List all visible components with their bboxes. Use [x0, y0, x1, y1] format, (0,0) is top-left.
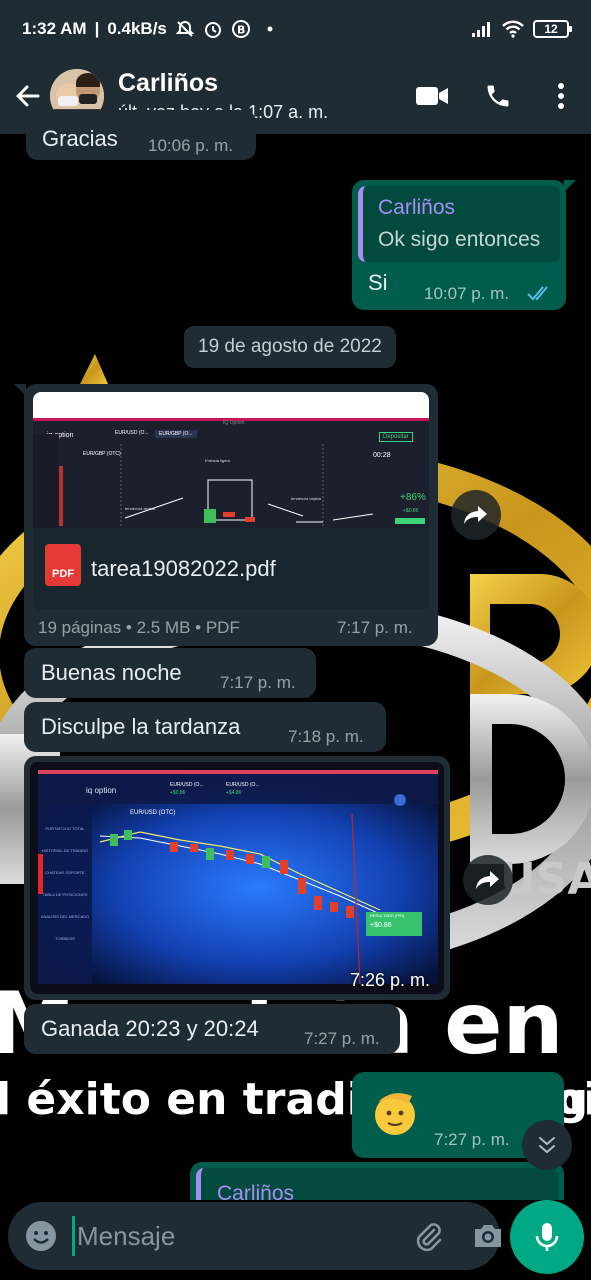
preview-sidebar-label: TORNEOS: [55, 936, 75, 941]
preview-sidebar-label: TABLA DE POSICIONES: [42, 892, 88, 897]
preview-tab: EUR/USD (O...: [170, 782, 204, 788]
forward-button[interactable]: [463, 855, 513, 905]
document-message[interactable]: IQ Option iq option EUR/USD (O... EUR/GB…: [14, 384, 438, 646]
camera-icon[interactable]: [472, 1222, 504, 1250]
preview-result-label: RESULTADO (PIN): [370, 913, 405, 918]
message-time: 7:18 p. m.: [288, 727, 364, 746]
message-time: 7:27 p. m.: [434, 1130, 510, 1149]
mic-icon: [535, 1223, 559, 1251]
status-separator: |: [94, 19, 100, 38]
message-time: 10:07 p. m.: [424, 284, 510, 303]
image-preview[interactable]: iq option EUR/USD (O... +$0.86 EUR/USD (…: [30, 762, 444, 994]
message-outgoing[interactable]: Carliños Ok sigo entonces Si 10:07 p. m.: [352, 180, 576, 310]
preview-tab-value: +$0.86: [170, 790, 186, 796]
scroll-to-bottom-button[interactable]: [522, 1120, 572, 1170]
trading-screenshot: [30, 762, 444, 994]
quoted-message: Carliños: [196, 1168, 558, 1202]
pdf-file-icon: PDF: [45, 544, 81, 586]
document-filename: tarea19082022.pdf: [91, 556, 276, 581]
quote-author: Carliños: [378, 196, 456, 219]
document-meta: 19 páginas • 2.5 MB • PDF: [38, 618, 240, 637]
wifi-icon: [501, 20, 525, 38]
read-receipt-icon: [526, 282, 552, 308]
preview-sidebar-label: CHATEAR SOPORTE: [45, 870, 85, 875]
preview-asset: EUR/USD (OTC): [130, 810, 176, 816]
message-text: Disculpe la tardanza: [41, 714, 241, 739]
preview-sidebar-label: ANALISIS DEL MERCADO: [40, 914, 90, 919]
document-preview[interactable]: IQ Option iq option EUR/USD (O... EUR/GB…: [33, 392, 429, 528]
forward-icon: [476, 871, 499, 889]
forward-icon: [464, 506, 487, 524]
message-composer: [8, 1202, 501, 1270]
dot-icon: [267, 26, 273, 32]
preview-logo: iq option: [86, 786, 117, 795]
forward-button[interactable]: [451, 490, 501, 540]
bubble-tail: [564, 180, 576, 192]
status-bar: 1:32 AM | 0.4kB/s B 12: [0, 0, 591, 58]
message-incoming[interactable]: Disculpe la tardanza 7:18 p. m.: [24, 702, 386, 752]
message-text: Buenas noche: [41, 660, 182, 685]
quote-author: Carliños: [217, 1182, 295, 1202]
date-divider: 19 de agosto de 2022: [184, 326, 396, 368]
message-text: Ganada 20:23 y 20:24: [41, 1016, 259, 1041]
preview-sidebar-label: HISTORIAL DE TRADING: [41, 848, 89, 853]
double-chevron-down-icon: [539, 1137, 555, 1154]
message-time: 7:27 p. m.: [304, 1029, 380, 1048]
message-outgoing[interactable]: Carliños: [190, 1162, 564, 1202]
preview-sidebar-label: PORTAFOLIO TOTAL: [45, 826, 85, 831]
image-message[interactable]: iq option EUR/USD (O... +$0.86 EUR/USD (…: [24, 756, 450, 1000]
preview-chart: [33, 434, 425, 528]
attach-icon[interactable]: [412, 1220, 444, 1252]
muted-icon: [175, 19, 195, 39]
message-text: Si: [368, 270, 388, 295]
emoji-salute: [370, 1088, 420, 1138]
signal-icon: [471, 20, 493, 38]
status-speed: 0.4kB/s: [107, 19, 167, 38]
svg-text:USA: USA: [500, 854, 591, 905]
preview-result-value: +$0.86: [370, 922, 392, 929]
b-app-icon: B: [231, 19, 251, 39]
message-incoming[interactable]: Gracias 10:06 p. m.: [26, 110, 256, 160]
preview-tab: EUR/USD (O...: [226, 782, 260, 788]
mic-button[interactable]: [510, 1200, 584, 1274]
message-text: Gracias: [42, 126, 118, 151]
preview-sidebar: PORTAFOLIO TOTAL HISTORIAL DE TRADING CH…: [40, 818, 90, 950]
emoji-icon[interactable]: [24, 1219, 58, 1253]
message-input[interactable]: [72, 1216, 412, 1256]
battery-icon: 12: [533, 20, 572, 38]
message-time: 7:17 p. m.: [220, 673, 296, 692]
message-time: 7:17 p. m.: [337, 618, 413, 637]
preview-tab-value: +$4.86: [226, 790, 242, 796]
alarm-icon: [203, 19, 223, 39]
message-incoming[interactable]: Ganada 20:23 y 20:24 7:27 p. m.: [24, 1004, 400, 1054]
quoted-message[interactable]: Carliños Ok sigo entonces: [358, 186, 560, 262]
message-time: 7:26 p. m.: [350, 970, 431, 990]
status-time: 1:32 AM: [22, 19, 87, 38]
document-file-row[interactable]: PDF tarea19082022.pdf: [33, 528, 429, 610]
svg-text:B: B: [237, 24, 245, 37]
message-time: 10:06 p. m.: [148, 136, 234, 155]
bubble-tail: [14, 384, 26, 396]
message-incoming[interactable]: Buenas noche 7:17 p. m.: [24, 648, 316, 698]
quote-text: Ok sigo entonces: [378, 228, 541, 251]
